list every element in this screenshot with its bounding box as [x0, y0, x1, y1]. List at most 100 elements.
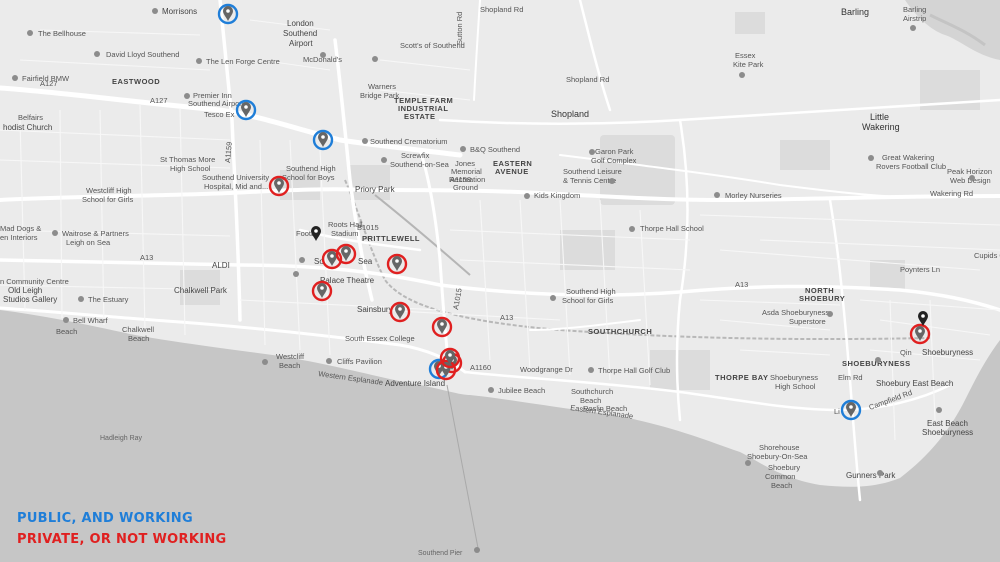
- place-label: PRITTLEWELL: [362, 234, 420, 243]
- marker-pin-dot: [440, 322, 444, 326]
- marker-pin-dot: [398, 307, 402, 311]
- marker-pin-dot: [921, 314, 925, 318]
- place-label: Jubilee Beach: [498, 386, 545, 395]
- place-label: Hospital, Mid and...: [204, 182, 268, 191]
- place-label: Rovers Football Club: [876, 162, 946, 171]
- place-label: Shopland: [551, 109, 589, 119]
- place-label: Barling: [841, 7, 869, 17]
- place-label: South Essex College: [345, 334, 415, 343]
- place-label: Golf Complex: [591, 156, 637, 165]
- place-label: Common: [765, 472, 795, 481]
- place-label: Kite Park: [733, 60, 764, 69]
- map-canvas[interactable]: A127 A127 A1159 A13 A13 A13 A1160 B1015 …: [0, 0, 1000, 562]
- place-label: School for Boys: [282, 173, 335, 182]
- place-label: THORPE BAY: [715, 373, 768, 382]
- place-label: Qin: [900, 348, 912, 357]
- marker-pin-dot: [918, 329, 922, 333]
- road-label: A127: [150, 96, 168, 105]
- place-label: Southend Crematorium: [370, 137, 448, 146]
- place-label: Li: [834, 407, 840, 416]
- place-label: Leigh on Sea: [66, 238, 111, 247]
- place-label: ESTATE: [404, 112, 435, 121]
- place-label: Kids Kingdom: [534, 191, 580, 200]
- water-label: Southend Pier: [418, 550, 463, 557]
- place-label: David Lloyd Southend: [106, 50, 179, 59]
- place-label: Thorpe Hall School: [640, 224, 704, 233]
- place-label: Screwfix: [401, 151, 430, 160]
- place-label: Shorehouse: [759, 443, 799, 452]
- marker-pin-dot: [244, 105, 248, 109]
- place-label: Fairfield BMW: [22, 74, 70, 83]
- place-label: The Bellhouse: [38, 29, 86, 38]
- marker-pin-dot: [314, 229, 318, 233]
- place-label: Waitrose & Partners: [62, 229, 129, 238]
- place-label: SOUTHCHURCH: [588, 327, 652, 336]
- marker-pin-dot: [344, 249, 348, 253]
- place-label: AVENUE: [495, 167, 529, 176]
- place-label: School for Girls: [562, 296, 614, 305]
- place-label: Superstore: [789, 317, 826, 326]
- place-label: Southend-on-Sea: [390, 160, 450, 169]
- map[interactable]: A127 A127 A1159 A13 A13 A13 A1160 B1015 …: [0, 0, 1000, 562]
- place-label: Barling: [903, 5, 926, 14]
- place-label: SHOEBURY: [799, 294, 845, 303]
- marker-pin-dot: [330, 254, 334, 258]
- place-label: Wakering: [862, 122, 900, 132]
- place-label: ALDI: [212, 261, 230, 270]
- place-label: Chalkwell Park: [174, 286, 228, 295]
- place-label: Shoeburyness: [770, 373, 818, 382]
- place-label: Southchurch: [571, 387, 613, 396]
- place-label: Westcliff High: [86, 186, 132, 195]
- place-label: Ground: [453, 183, 478, 192]
- road-label: Shopland Rd: [480, 5, 523, 14]
- place-label: Beach: [279, 361, 300, 370]
- place-label: The Estuary: [88, 295, 129, 304]
- marker-pin-dot: [320, 286, 324, 290]
- place-label: Airport: [289, 39, 313, 48]
- place-label: Mad Dogs &: [0, 224, 41, 233]
- place-label: Southend Airport: [188, 99, 245, 108]
- place-label: Southend High: [286, 164, 336, 173]
- place-label: School for Girls: [82, 195, 134, 204]
- water-label: Hadleigh Ray: [100, 435, 143, 442]
- marker-pin-dot: [448, 353, 452, 357]
- road-label: A1159: [223, 141, 234, 163]
- place-label: Cupids C: [974, 251, 1000, 260]
- place-label: Gunners Park: [846, 471, 896, 480]
- road-label: A13: [140, 253, 153, 262]
- place-label: Morrisons: [162, 7, 197, 16]
- marker-pin-dot: [849, 405, 853, 409]
- place-label: High School: [775, 382, 816, 391]
- place-label: Old Leigh: [8, 286, 42, 295]
- place-label: Warners: [368, 82, 396, 91]
- place-label: Shoeburyness: [922, 428, 973, 437]
- legend-public-working: PUBLIC, AND WORKING: [17, 511, 193, 526]
- place-label: Garon Park: [595, 147, 634, 156]
- road-label: Elm Rd: [838, 373, 863, 382]
- place-label: Westcliff: [276, 352, 305, 361]
- place-label: Southend High: [566, 287, 616, 296]
- marker-pin-dot: [321, 135, 325, 139]
- place-label: B&Q Southend: [470, 145, 520, 154]
- place-label: Thorpe Hall Golf Club: [598, 366, 670, 375]
- place-label: Shoebury-On-Sea: [747, 452, 808, 461]
- place-label: en Interiors: [0, 233, 38, 242]
- place-label: Peak Horizon: [947, 167, 992, 176]
- place-label: Tesco Ex: [204, 110, 235, 119]
- place-label: Sainsbury: [357, 305, 393, 314]
- place-label: Southend Leisure: [563, 167, 622, 176]
- road-label: Wakering Rd: [930, 189, 973, 198]
- place-label: St Thomas More: [160, 155, 215, 164]
- road-label: Woodgrange Dr: [520, 365, 573, 374]
- place-label: High School: [170, 164, 211, 173]
- legend-private-not-working: PRIVATE, OR NOT WORKING: [17, 532, 227, 547]
- place-label: & Tennis Centre: [563, 176, 616, 185]
- place-label: Essex: [735, 51, 756, 60]
- road-label: Poynters Ln: [900, 265, 940, 274]
- place-label: Studios Gallery: [3, 295, 57, 304]
- place-label: Belfairs: [18, 113, 43, 122]
- road-label: Shopland Rd: [566, 75, 609, 84]
- place-label: London: [287, 19, 314, 28]
- legend: PUBLIC, AND WORKING PRIVATE, OR NOT WORK…: [17, 508, 227, 550]
- place-label: Little: [870, 112, 889, 122]
